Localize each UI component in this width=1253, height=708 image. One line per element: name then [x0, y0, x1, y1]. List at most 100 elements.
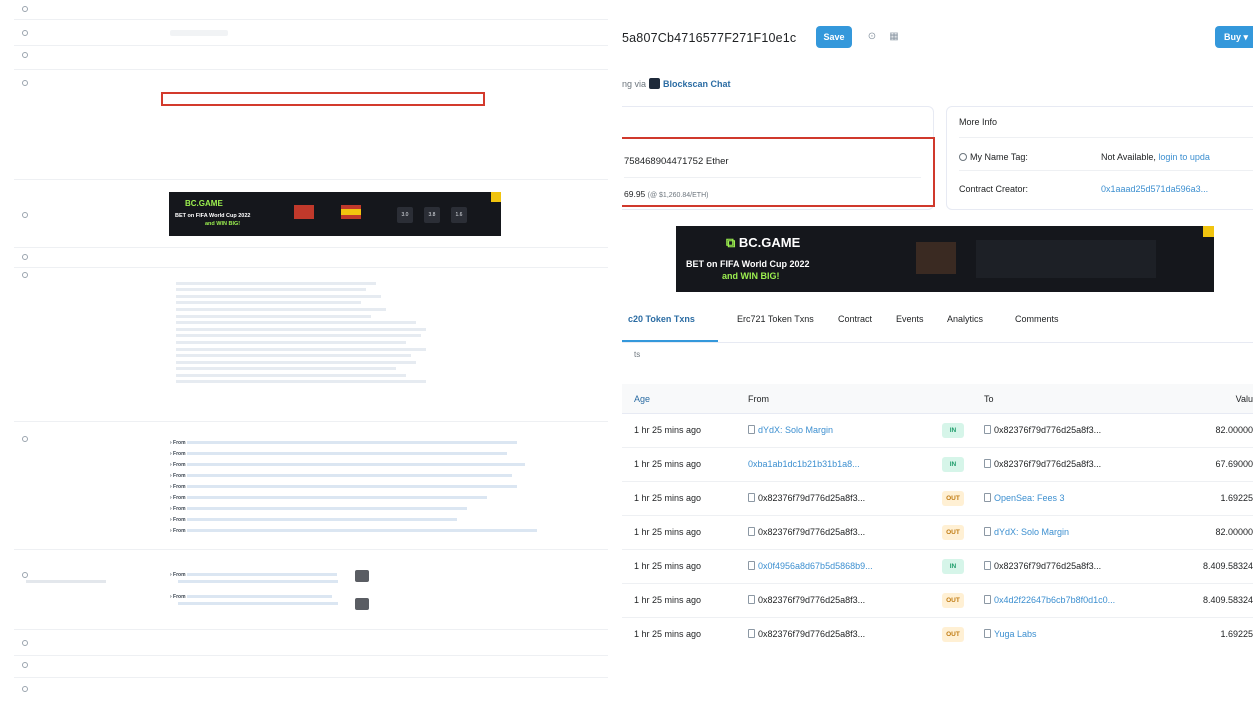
ad-corner-tag	[491, 192, 501, 202]
detail-row-tokens-transferred: › From › From › From › From › From › Fro…	[14, 430, 608, 550]
from-cell[interactable]: dYdX: Solo Margin	[748, 425, 833, 435]
contract-icon	[984, 561, 991, 570]
from-cell[interactable]: 0x0f4956a8d67b5d5868b9...	[748, 561, 873, 571]
contract-icon	[748, 527, 755, 536]
sponsored-ad-banner-left[interactable]: BC.GAME BET on FIFA World Cup 2022 and W…	[169, 192, 501, 236]
to-cell[interactable]: dYdX: Solo Margin	[984, 527, 1069, 537]
value-cell: 8.409.58324	[1202, 595, 1253, 605]
direction-badge: IN	[942, 457, 964, 472]
team-flag-2	[341, 205, 361, 219]
to-cell[interactable]: Yuga Labs	[984, 629, 1037, 639]
ad-logo-left: BC.GAME	[185, 199, 223, 208]
tab-erc20-token-txns[interactable]: c20 Token Txns	[628, 314, 695, 324]
column-age[interactable]: Age	[634, 394, 650, 404]
token-transfer-list: › From › From › From › From › From › Fro…	[170, 438, 537, 537]
to-cell[interactable]: 0x4d2f22647b6cb7b8f0d1c0...	[984, 595, 1115, 605]
to-cell[interactable]: 0x82376f79d776d25a8f3...	[984, 459, 1101, 469]
table-header: Age From To Valu	[622, 384, 1253, 414]
buy-button[interactable]: Buy ▾	[1215, 26, 1253, 48]
detail-row-transaction-fee	[14, 662, 608, 678]
detail-label	[22, 272, 32, 278]
age-cell: 1 hr 25 mins ago	[634, 527, 702, 537]
tab-analytics[interactable]: Analytics	[947, 314, 983, 324]
info-icon	[959, 153, 967, 161]
detail-row-sponsored: BC.GAME BET on FIFA World Cup 2022 and W…	[14, 188, 608, 248]
copy-icon[interactable]: ⊙	[864, 29, 880, 45]
contract-icon	[748, 561, 755, 570]
detail-row-block	[14, 30, 608, 46]
detail-label	[22, 212, 32, 218]
blockscan-chat-icon	[649, 78, 661, 89]
detail-row-gas-price	[14, 686, 608, 702]
from-cell[interactable]: 0xba1ab1dc1b21b31b1a8...	[748, 459, 860, 469]
ad-corner-tag	[1203, 226, 1214, 237]
ad-subline-left: and WIN BIG!	[205, 221, 241, 227]
contract-creator-link[interactable]: 0x1aaad25d571da596a3...	[1101, 184, 1208, 194]
table-row: 1 hr 25 mins ago 0x82376f79d776d25a8f3..…	[622, 584, 1253, 618]
age-cell: 1 hr 25 mins ago	[634, 425, 702, 435]
value-cell: 8.409.58324	[1202, 561, 1253, 571]
tab-contract[interactable]: Contract	[838, 314, 872, 324]
more-info-card: More Info My Name Tag: Not Available, lo…	[946, 106, 1253, 210]
save-button[interactable]: Save	[816, 26, 852, 48]
team-flag-1	[294, 205, 314, 219]
login-link[interactable]: login to upda	[1158, 152, 1210, 162]
from-cell[interactable]: 0x82376f79d776d25a8f3...	[748, 493, 865, 503]
table-row: 1 hr 25 mins ago 0x82376f79d776d25a8f3..…	[622, 482, 1253, 516]
tab-sub-info: ts	[634, 350, 641, 359]
erc721-transfer-list: › From › From	[170, 572, 338, 608]
detail-label	[22, 6, 32, 12]
to-cell[interactable]: 0x82376f79d776d25a8f3...	[984, 561, 1101, 571]
more-info-title: More Info	[959, 117, 998, 127]
contract-icon	[984, 527, 991, 536]
transaction-details-panel: BC.GAME BET on FIFA World Cup 2022 and W…	[0, 0, 622, 708]
contract-icon	[984, 459, 991, 468]
detail-label	[22, 686, 32, 692]
direction-badge: IN	[942, 423, 964, 438]
contract-icon	[984, 493, 991, 502]
detail-row-value	[14, 640, 608, 656]
tab-comments[interactable]: Comments	[1015, 314, 1059, 324]
age-cell: 1 hr 25 mins ago	[634, 561, 702, 571]
from-cell[interactable]: 0x82376f79d776d25a8f3...	[748, 527, 865, 537]
detail-row-timestamp	[14, 52, 608, 70]
value-cell: 82.00000	[1215, 527, 1253, 537]
column-value: Valu	[1235, 394, 1253, 404]
contract-address: 5a807Cb4716577F271F10e1c	[622, 31, 797, 45]
sponsored-ad-banner-right[interactable]: ⧉ BC.GAME BET on FIFA World Cup 2022 and…	[676, 226, 1214, 292]
ad-headline-left: BET on FIFA World Cup 2022	[175, 213, 251, 219]
tab-events[interactable]: Events	[896, 314, 924, 324]
ad-odds-panel	[976, 240, 1156, 278]
from-cell[interactable]: 0x82376f79d776d25a8f3...	[748, 595, 865, 605]
to-cell[interactable]: 0x82376f79d776d25a8f3...	[984, 425, 1101, 435]
detail-label	[22, 662, 32, 668]
odds-box: 3.8	[424, 207, 440, 223]
screenshot-frame: BC.GAME BET on FIFA World Cup 2022 and W…	[0, 0, 1253, 708]
to-cell[interactable]: OpenSea: Fees 3	[984, 493, 1065, 503]
trading-via: ng via Blockscan Chat	[622, 78, 731, 89]
direction-badge: OUT	[942, 593, 964, 608]
ad-subline-right: and WIN BIG!	[722, 271, 780, 281]
value-cell: 1.69225	[1220, 493, 1253, 503]
value-cell: 82.00000	[1215, 425, 1253, 435]
contract-icon	[748, 493, 755, 502]
detail-label	[22, 80, 32, 86]
qr-code-icon[interactable]: ▦	[886, 29, 902, 45]
blockscan-chat-link[interactable]: Blockscan Chat	[663, 79, 731, 89]
nft-thumbnail[interactable]	[355, 570, 369, 582]
age-cell: 1 hr 25 mins ago	[634, 459, 702, 469]
ad-headline-right: BET on FIFA World Cup 2022	[686, 259, 810, 269]
from-cell[interactable]: 0x82376f79d776d25a8f3...	[748, 629, 865, 639]
highlight-box-right	[622, 137, 935, 207]
nft-thumbnail[interactable]	[355, 598, 369, 610]
age-cell: 1 hr 25 mins ago	[634, 595, 702, 605]
ad-image	[916, 242, 956, 274]
detail-row-interacted-with	[14, 272, 608, 422]
column-to: To	[984, 394, 994, 404]
detail-label	[22, 30, 32, 36]
tab-erc721-token-txns[interactable]: Erc721 Token Txns	[737, 314, 814, 324]
table-row: 1 hr 25 mins ago 0x82376f79d776d25a8f3..…	[622, 516, 1253, 550]
age-cell: 1 hr 25 mins ago	[634, 629, 702, 639]
highlight-box-left	[161, 92, 485, 106]
table-row: 1 hr 25 mins ago 0xba1ab1dc1b21b31b1a8..…	[622, 448, 1253, 482]
